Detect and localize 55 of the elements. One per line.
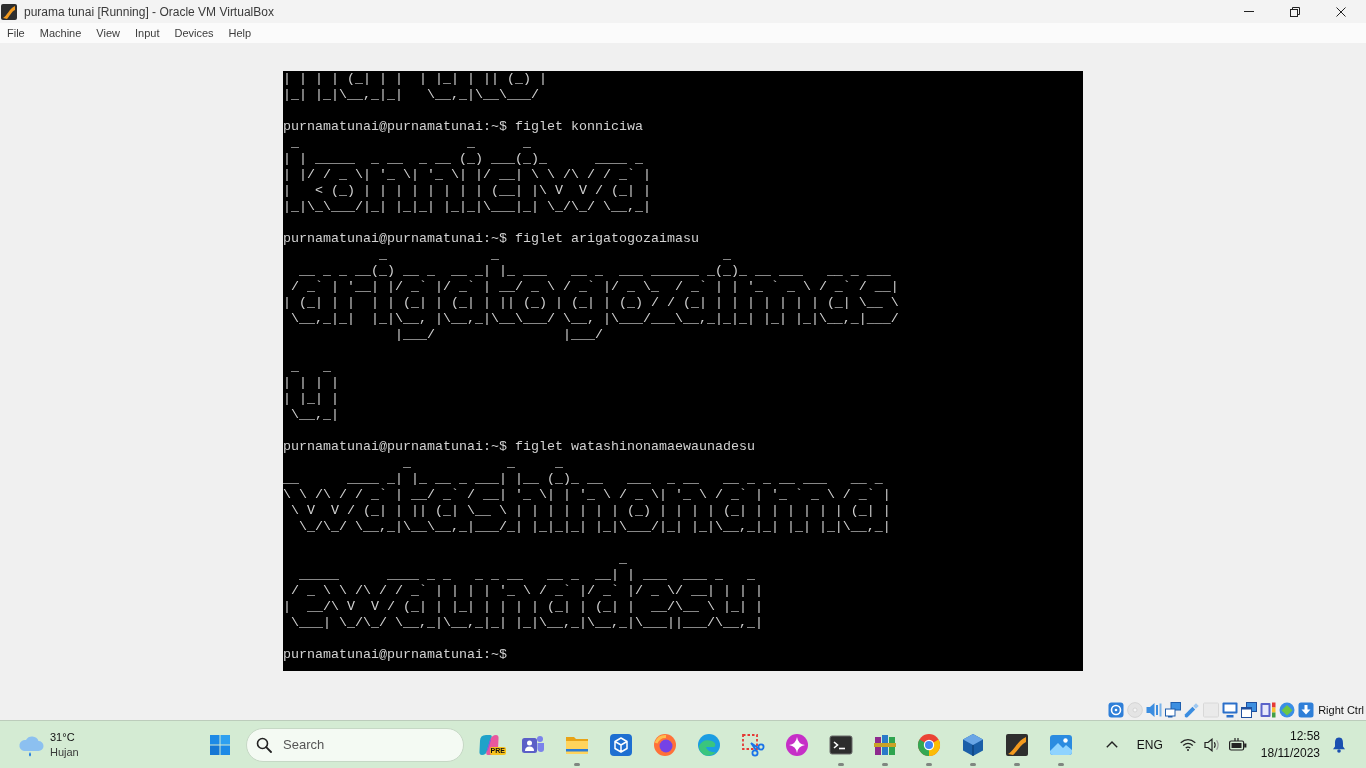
- restore-icon: [1290, 6, 1300, 17]
- cube-tile-icon: [609, 732, 633, 757]
- menu-item[interactable]: Devices: [167, 23, 222, 43]
- search-icon: [256, 736, 272, 753]
- ascii-art-output: _ _ _ __ _ _ __(_) __ _ __ _| |_ ___ __ _ ___ ______ _(_)_ __ ___ __ _ ___ / _` | '__| |/ _` |/ _` | __/ _ \ / _` |/ _ \_ / _` | | '_ ` _ \ / _` / __| | (_| | | | | (_| | (_| | || (_) | (_| | (_) / / (_| | | | | | | | (_| \__ \ \__,_|_| |_|\__, |\__,_|\__\___/ \__, |\___/___\__,_|_|_| |_| |_|\__,_|___/ |___/ |___/ _ _ | | | | | |_| | \__,_|: [283, 247, 899, 423]
- ring-icon: [917, 732, 941, 757]
- usb-stick-icon[interactable]: [1184, 701, 1201, 718]
- minimize-icon: [1244, 11, 1254, 12]
- speaker-icon[interactable]: [1203, 737, 1220, 752]
- meter-tile-icon[interactable]: [1260, 701, 1277, 718]
- battery-icon[interactable]: [1228, 738, 1247, 751]
- monitor-icon[interactable]: [1222, 701, 1239, 718]
- shell-prompt: purnamatunai@purnamatunai:~$: [283, 231, 507, 246]
- weather-condition-text[interactable]: Hujan: [50, 744, 79, 760]
- clock-time[interactable]: 12:58: [1289, 727, 1320, 745]
- chevron-up-icon: [1105, 741, 1118, 748]
- wave-circle-icon: [697, 732, 721, 757]
- blank-tile-icon[interactable]: [1203, 701, 1220, 718]
- windows-stack-icon[interactable]: [1241, 701, 1258, 718]
- menu-item[interactable]: File: [0, 23, 33, 43]
- window-title: purama tunai [Running] - Oracle VM VirtualBox: [24, 4, 274, 19]
- menu-item[interactable]: Input: [127, 23, 168, 43]
- clock-date[interactable]: 18/11/2023: [1260, 744, 1320, 762]
- language-indicator[interactable]: ENG: [1136, 737, 1163, 752]
- wifi-icon[interactable]: [1179, 738, 1196, 751]
- search-field[interactable]: Search: [246, 727, 464, 762]
- cube-icon: [961, 732, 985, 757]
- monitors-icon[interactable]: [1165, 701, 1182, 718]
- terminal-icon: [829, 732, 853, 757]
- command-text: figlet watashinonamaewaunadesu: [514, 439, 755, 454]
- menu-item[interactable]: Machine: [32, 23, 90, 43]
- command-text: figlet konniciwa: [514, 119, 643, 134]
- temperature-text[interactable]: 31°C: [50, 729, 79, 745]
- shell-prompt: purnamatunai@purnamatunai:~$: [283, 647, 507, 662]
- bell-icon[interactable]: [1332, 736, 1346, 753]
- four-squares-icon: [210, 734, 230, 755]
- ascii-art-output: _ _ _ | | _____ _ __ _ __ (_) ___(_)_ ____ _ | |/ / _ \| '_ \| '_ \| |/ __| \ \ /\ / / _` | | < (_) | | | | | | | | (__| |\ V V / (_| | |_|\_\___/|_| |_|_| |_|_|\___|_| \_/\_/ \__,_|: [283, 135, 651, 215]
- disk-icon[interactable]: [1108, 701, 1125, 718]
- swoosh-tile-icon: [1005, 732, 1029, 757]
- close-icon: [1336, 6, 1346, 17]
- menu-item[interactable]: Help: [221, 23, 260, 43]
- ascii-art-output: | | | | (_| | | | |_| | || (_) | |_| |_|\__,_|_| \__,_|\__\___/: [283, 71, 547, 103]
- menu-item[interactable]: View: [89, 23, 128, 43]
- ascii-art-output: _ _ _ __ ____ _| |_ __ _ ___| |__ (_)_ __ ___ _ __ __ _ _ __ ___ __ _ \ \ /\ / / _` | __/ _` / __| '_ \| | '_ \ / _ \| '_ \ / _` | '_ ` _ \ / _` | \ V V / (_| | || (_| \__ \ | | | | | | | (_) | | | | (_| | | | | | | (_| | \_/\_/ \__,_|\__\__,_|___/_| |_|_|_| |_|\___/|_| |_|\__,_|_| |_| |_|\__,_| _ _____ ____ _ _ _ _ __ __ _ __| | ___ ___ _ _ / _ \ \ /\ / / _` | | | | '_ \ / _` |/ _` |/ _ \/ __| | | | | __/\ V V / (_| | |_| | | | | (_| | (_| | __/\__ \ |_| | \___| \_/\_/ \__,_|\__,_|_| |_|\__,_|\__,_|\___||___/\__,_|: [283, 455, 891, 631]
- swoosh-tile-icon: [1, 3, 17, 20]
- host-key-text: Right Ctrl: [1318, 703, 1364, 716]
- scissors-icon: [741, 732, 765, 757]
- swirl-circle-icon: [653, 732, 677, 757]
- command-text: figlet arigatogozaimasu: [514, 231, 699, 246]
- shell-prompt: purnamatunai@purnamatunai:~$: [283, 439, 507, 454]
- landscape-icon: [1049, 732, 1073, 757]
- shell-prompt: purnamatunai@purnamatunai:~$: [283, 119, 507, 134]
- books-icon: [873, 732, 897, 757]
- diamond-circle-icon[interactable]: [1279, 701, 1296, 718]
- sparkle-circle-icon: [785, 732, 809, 757]
